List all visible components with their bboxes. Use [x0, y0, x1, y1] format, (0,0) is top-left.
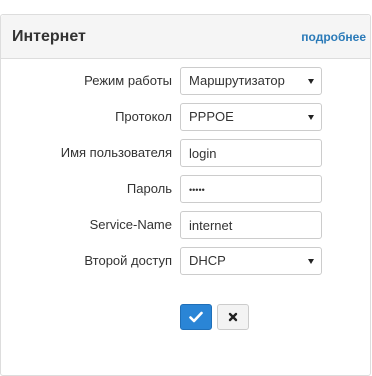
secondary-access-select-value: DHCP: [189, 253, 226, 268]
close-icon: [228, 312, 238, 322]
password-input-value: •••••: [189, 185, 205, 195]
username-input[interactable]: [180, 139, 322, 167]
panel-header: Интернет подробнее: [1, 15, 370, 59]
form-row-protocol: Протокол PPPOE: [0, 103, 372, 131]
form-row-secondary-access: Второй доступ DHCP: [0, 247, 372, 275]
protocol-select-value: PPPOE: [189, 109, 234, 124]
password-input[interactable]: •••••: [180, 175, 322, 203]
form-row-service-name: Service-Name: [0, 211, 372, 239]
chevron-down-icon: [308, 79, 314, 84]
password-label: Пароль: [126, 181, 172, 196]
chevron-down-icon: [308, 259, 314, 264]
service-name-input[interactable]: [180, 211, 322, 239]
panel-title: Интернет: [12, 27, 86, 45]
mode-select-value: Маршрутизатор: [189, 73, 285, 88]
mode-select[interactable]: Маршрутизатор: [180, 67, 322, 95]
service-name-label: Service-Name: [89, 217, 172, 232]
checkmark-icon: [189, 311, 203, 323]
form-row-mode: Режим работы Маршрутизатор: [0, 67, 372, 95]
secondary-access-label: Второй доступ: [84, 253, 172, 268]
details-link[interactable]: подробнее: [301, 30, 366, 44]
form-row-username: Имя пользователя: [0, 139, 372, 167]
secondary-access-select[interactable]: DHCP: [180, 247, 322, 275]
username-label: Имя пользователя: [60, 145, 172, 160]
mode-label: Режим работы: [84, 73, 172, 88]
protocol-label: Протокол: [115, 109, 172, 124]
chevron-down-icon: [308, 115, 314, 120]
form-row-password: Пароль •••••: [0, 175, 372, 203]
protocol-select[interactable]: PPPOE: [180, 103, 322, 131]
apply-button[interactable]: [180, 304, 212, 330]
cancel-button[interactable]: [217, 304, 249, 330]
